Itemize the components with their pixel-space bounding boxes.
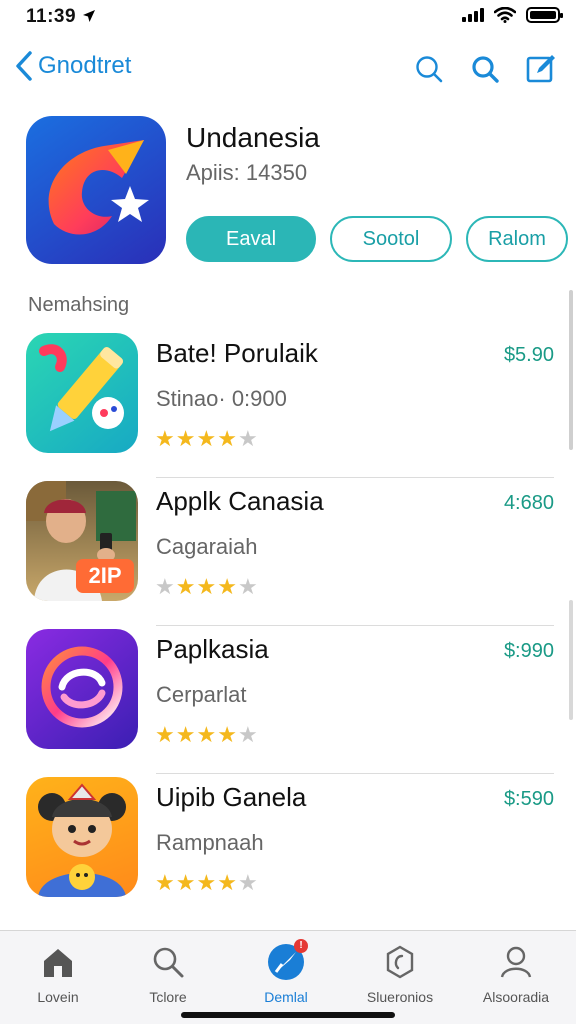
star-empty-icon: ★ xyxy=(237,574,258,599)
featured-app-subtitle: Apiis: 14350 xyxy=(186,160,308,185)
secondary-action-button[interactable]: Sootol xyxy=(330,216,452,262)
star-filled-icon: ★ xyxy=(196,426,217,451)
star-empty-icon: ★ xyxy=(237,870,258,895)
list-item[interactable]: Uipib Ganela $:590 Rampnaah ★ ★ ★ ★ ★ xyxy=(0,774,576,922)
tab-label: Alsooradia xyxy=(482,989,550,1005)
back-button[interactable]: Gnodtret xyxy=(14,50,131,82)
tab-bar: Lovein Tclore ! Demlal Slueronios Alsoor… xyxy=(0,930,576,1024)
star-filled-icon: ★ xyxy=(196,870,217,895)
star-filled-icon: ★ xyxy=(196,722,217,747)
star-filled-icon: ★ xyxy=(175,722,196,747)
wifi-icon xyxy=(494,7,516,23)
tab-label: Slueronios xyxy=(366,989,434,1005)
status-time: 11:39 xyxy=(26,6,96,28)
cellular-signal-icon xyxy=(462,8,484,22)
star-filled-icon: ★ xyxy=(196,574,217,599)
star-rating: ★ ★ ★ ★ ★ xyxy=(155,724,258,746)
star-filled-icon: ★ xyxy=(217,574,237,599)
star-rating: ★ ★ ★ ★ ★ xyxy=(155,872,258,894)
person-icon xyxy=(500,946,532,978)
tab-profile[interactable]: Alsooradia xyxy=(466,939,566,1005)
notification-badge: ! xyxy=(294,939,308,953)
app-icon-badge: 2IP xyxy=(76,559,134,593)
star-empty-icon: ★ xyxy=(237,722,258,747)
nav-actions xyxy=(412,52,558,86)
home-indicator xyxy=(181,1012,395,1018)
star-filled-icon: ★ xyxy=(217,426,237,451)
nav-bar: Gnodtret xyxy=(0,44,576,96)
star-filled-icon: ★ xyxy=(155,722,175,747)
star-filled-icon: ★ xyxy=(155,426,175,451)
star-rating: ★ ★ ★ ★ ★ xyxy=(155,428,258,450)
list-item[interactable]: Bate! Porulaik $5.90 Stinao· 0:900 ★ ★ ★… xyxy=(0,330,576,478)
star-filled-icon: ★ xyxy=(175,574,196,599)
battery-icon xyxy=(526,7,563,23)
app-name: Bate! Porulaik xyxy=(156,338,318,368)
app-subtitle: Rampnaah xyxy=(156,830,264,855)
location-arrow-icon xyxy=(82,10,95,22)
search-icon xyxy=(153,947,184,978)
tab-search[interactable]: Tclore xyxy=(118,939,218,1005)
app-price[interactable]: 4:680 xyxy=(504,492,554,515)
app-icon-person-photo: 2IP xyxy=(26,481,138,601)
app-price[interactable]: $:590 xyxy=(504,788,554,811)
tab-label: Demlal xyxy=(264,989,308,1005)
tab-discover[interactable]: ! Demlal xyxy=(236,939,336,1005)
app-price[interactable]: $5.90 xyxy=(504,344,554,367)
status-bar: 11:39 xyxy=(0,0,576,36)
featured-app: Undanesia Apiis: 14350 Eaval Sootol Ralo… xyxy=(26,116,568,266)
primary-action-button[interactable]: Eaval xyxy=(186,216,316,262)
tab-label: Lovein xyxy=(37,989,79,1005)
star-filled-icon: ★ xyxy=(217,722,237,747)
search-icon[interactable] xyxy=(468,52,502,86)
app-name: Applk Canasia xyxy=(156,486,324,516)
star-filled-icon: ★ xyxy=(175,426,196,451)
apps-icon xyxy=(386,945,414,979)
app-subtitle: Stinao· 0:900 xyxy=(156,386,287,411)
star-empty-icon: ★ xyxy=(237,426,258,451)
chevron-left-icon xyxy=(16,51,32,81)
tab-home[interactable]: Lovein xyxy=(8,939,108,1005)
search-outline-icon[interactable] xyxy=(412,52,446,86)
list-item[interactable]: Paplkasia $:990 Cerparlat ★ ★ ★ ★ ★ xyxy=(0,626,576,774)
app-name: Paplkasia xyxy=(156,634,269,664)
app-icon-cartoon-character xyxy=(26,777,138,897)
app-icon-pencil xyxy=(26,333,138,453)
app-subtitle: Cerparlat xyxy=(156,682,247,707)
scrollbar-secondary[interactable] xyxy=(569,600,573,720)
app-price[interactable]: $:990 xyxy=(504,640,554,663)
section-header: Nemahsing xyxy=(28,294,130,316)
star-filled-icon: ★ xyxy=(217,870,237,895)
app-list: Bate! Porulaik $5.90 Stinao· 0:900 ★ ★ ★… xyxy=(0,330,576,922)
star-rating: ★ ★ ★ ★ ★ xyxy=(155,576,258,598)
list-item[interactable]: 2IP Applk Canasia 4:680 Cagaraiah ★ ★ ★ … xyxy=(0,478,576,626)
home-icon xyxy=(44,949,72,977)
star-empty-icon: ★ xyxy=(155,574,175,599)
featured-app-title: Undanesia xyxy=(186,122,320,153)
featured-app-icon[interactable] xyxy=(26,116,166,264)
app-name: Uipib Ganela xyxy=(156,782,307,812)
star-filled-icon: ★ xyxy=(155,870,175,895)
scrollbar[interactable] xyxy=(569,290,573,450)
featured-actions: Eaval Sootol Ralom xyxy=(186,216,568,262)
compose-icon[interactable] xyxy=(524,52,558,86)
tab-label: Tclore xyxy=(149,989,187,1005)
star-filled-icon: ★ xyxy=(175,870,196,895)
app-icon-chat-swirl xyxy=(26,629,138,749)
status-indicators xyxy=(462,7,563,23)
tab-apps[interactable]: Slueronios xyxy=(350,939,450,1005)
app-subtitle: Cagaraiah xyxy=(156,534,258,559)
tertiary-action-button[interactable]: Ralom xyxy=(466,216,568,262)
back-label: Gnodtret xyxy=(38,52,132,79)
